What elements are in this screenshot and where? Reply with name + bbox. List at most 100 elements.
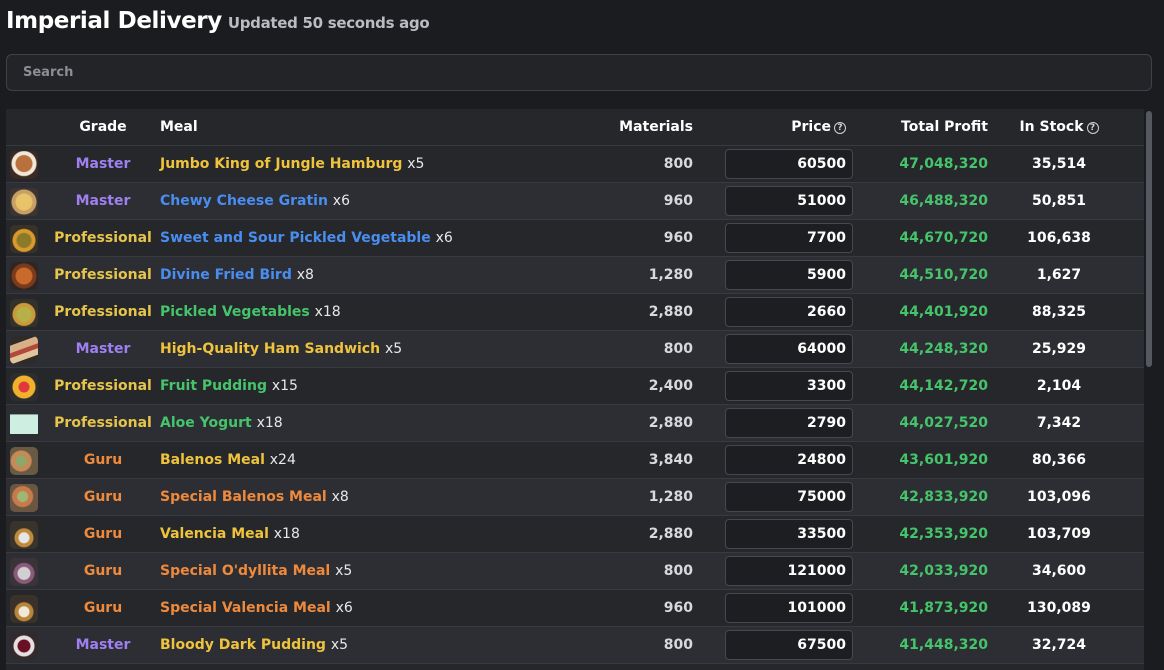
help-icon[interactable]: ? bbox=[1086, 122, 1099, 134]
grade-cell: Guru bbox=[83, 452, 123, 468]
grade-cell: Professional bbox=[54, 415, 152, 431]
meal-quantity: x5 bbox=[330, 637, 349, 653]
table-row[interactable]: Master Chewy Cheese Gratin x6 960 46,488,32… bbox=[6, 183, 1144, 220]
meal-name-link[interactable]: Special O'dyllita Meal bbox=[160, 563, 330, 579]
price-input[interactable] bbox=[725, 482, 853, 512]
fried-bird-icon bbox=[10, 262, 38, 290]
materials-cell: 3,840 bbox=[648, 452, 693, 468]
meal-name-link[interactable]: Chewy Cheese Gratin bbox=[160, 193, 328, 209]
table-row[interactable]: Master High-Quality Ham Sandwich x5 800 44,… bbox=[6, 331, 1144, 368]
meal-name-link[interactable]: Pickled Vegetables bbox=[160, 304, 310, 320]
price-input[interactable] bbox=[725, 223, 853, 253]
meal-cell: Special Balenos Meal x8 bbox=[160, 479, 349, 515]
ham-sandwich-icon bbox=[10, 336, 38, 364]
help-icon[interactable]: ? bbox=[834, 122, 846, 134]
page-title: Imperial Delivery bbox=[6, 8, 222, 34]
table-row[interactable]: Guru Special Balenos Meal x8 1,280 42,833,9… bbox=[6, 479, 1144, 516]
grade-cell: Professional bbox=[54, 378, 152, 394]
price-input[interactable] bbox=[725, 371, 853, 401]
table-row[interactable]: Professional Sweet and Sour Pickled Veget… bbox=[6, 220, 1144, 257]
price-input[interactable] bbox=[725, 630, 853, 660]
special-balenos-meal-icon bbox=[10, 484, 38, 512]
table-row[interactable]: Guru Special Valencia Meal x6 960 41,873,92… bbox=[6, 590, 1144, 627]
meal-cell: Special O'dyllita Meal x5 bbox=[160, 553, 352, 589]
column-header-materials[interactable]: Materials bbox=[566, 109, 693, 145]
fruit-pudding-icon bbox=[10, 373, 38, 401]
meal-name-link[interactable]: Bloody Dark Pudding bbox=[160, 637, 326, 653]
pickled-vegetables-icon bbox=[10, 299, 38, 327]
meal-quantity: x24 bbox=[269, 452, 296, 468]
meal-name-link[interactable]: Sweet and Sour Pickled Vegetable bbox=[160, 230, 431, 246]
materials-cell: 1,280 bbox=[648, 267, 693, 283]
total-profit-cell: 47,048,320 bbox=[899, 156, 988, 172]
meal-quantity: x8 bbox=[331, 489, 349, 505]
meal-name-link[interactable]: High-Quality Ham Sandwich bbox=[160, 341, 380, 357]
in-stock-cell: 32,724 bbox=[1031, 637, 1087, 653]
price-input[interactable] bbox=[725, 260, 853, 290]
meal-quantity: x18 bbox=[314, 304, 341, 320]
materials-cell: 960 bbox=[663, 230, 693, 246]
price-input[interactable] bbox=[725, 186, 853, 216]
column-header-total-profit[interactable]: Total Profit bbox=[866, 109, 988, 145]
materials-cell: 800 bbox=[663, 563, 693, 579]
price-input[interactable] bbox=[725, 445, 853, 475]
grade-cell: Guru bbox=[83, 489, 123, 505]
table-row[interactable]: Guru Balenos Meal x24 3,840 43,601,920 80,36… bbox=[6, 442, 1144, 479]
meal-quantity: x6 bbox=[332, 193, 350, 209]
in-stock-cell: 103,096 bbox=[1027, 489, 1091, 505]
price-input[interactable] bbox=[725, 149, 853, 179]
meal-name-link[interactable]: Jumbo King of Jungle Hamburg bbox=[160, 156, 402, 172]
delivery-table: Grade Meal Materials Price? Total Profit… bbox=[6, 109, 1144, 670]
price-input[interactable] bbox=[725, 408, 853, 438]
table-row[interactable]: Professional Divine Fried Bird x8 1,280 44,… bbox=[6, 257, 1144, 294]
total-profit-cell: 41,448,320 bbox=[899, 637, 988, 653]
table-row[interactable]: Guru Special O'dyllita Meal x5 800 42,033,9… bbox=[6, 553, 1144, 590]
column-header-price[interactable]: Price? bbox=[706, 109, 846, 145]
materials-cell: 2,400 bbox=[648, 378, 693, 394]
table-row[interactable]: Guru Valencia Meal x18 2,880 42,353,920 103,… bbox=[6, 516, 1144, 553]
materials-cell: 1,280 bbox=[648, 489, 693, 505]
column-header-meal[interactable]: Meal bbox=[160, 109, 198, 145]
materials-cell: 2,880 bbox=[648, 415, 693, 431]
search-input[interactable] bbox=[6, 54, 1152, 91]
meal-cell: Divine Fried Bird x8 bbox=[160, 257, 314, 293]
total-profit-cell: 44,510,720 bbox=[899, 267, 988, 283]
grade-cell: Guru bbox=[83, 563, 123, 579]
updated-status: Updated 50 seconds ago bbox=[227, 14, 430, 32]
pickled-vegetable-icon bbox=[10, 225, 38, 253]
meal-name-link[interactable]: Fruit Pudding bbox=[160, 378, 267, 394]
scrollbar[interactable] bbox=[1146, 111, 1152, 367]
column-header-in-stock[interactable]: In Stock? bbox=[1000, 109, 1118, 145]
grade-cell: Guru bbox=[83, 526, 123, 542]
table-row[interactable]: Professional Aloe Yogurt x18 2,880 44,027,5… bbox=[6, 405, 1144, 442]
total-profit-cell: 44,142,720 bbox=[899, 378, 988, 394]
column-header-grade[interactable]: Grade bbox=[46, 109, 160, 145]
price-input[interactable] bbox=[725, 297, 853, 327]
meal-cell: Special Valencia Meal x6 bbox=[160, 590, 353, 626]
meal-name-link[interactable]: Aloe Yogurt bbox=[160, 415, 252, 431]
meal-name-link[interactable]: Balenos Meal bbox=[160, 452, 265, 468]
in-stock-cell: 80,366 bbox=[1031, 452, 1087, 468]
price-input[interactable] bbox=[725, 593, 853, 623]
price-input[interactable] bbox=[725, 556, 853, 586]
price-input[interactable] bbox=[725, 519, 853, 549]
total-profit-cell: 41,873,920 bbox=[899, 600, 988, 616]
meal-name-link[interactable]: Special Balenos Meal bbox=[160, 489, 327, 505]
total-profit-cell: 44,248,320 bbox=[899, 341, 988, 357]
meal-name-link[interactable]: Valencia Meal bbox=[160, 526, 269, 542]
meal-quantity: x18 bbox=[256, 415, 283, 431]
table-row[interactable]: Professional Fruit Pudding x15 2,400 44,142… bbox=[6, 368, 1144, 405]
in-stock-cell: 130,089 bbox=[1027, 600, 1091, 616]
column-header-in-stock-label: In Stock bbox=[1019, 119, 1084, 135]
meal-name-link[interactable]: Special Valencia Meal bbox=[160, 600, 331, 616]
in-stock-cell: 50,851 bbox=[1031, 193, 1087, 209]
table-row[interactable]: Master Jumbo King of Jungle Hamburg x5 800… bbox=[6, 146, 1144, 183]
in-stock-cell: 103,709 bbox=[1027, 526, 1091, 542]
total-profit-cell: 42,833,920 bbox=[899, 489, 988, 505]
meal-name-link[interactable]: Divine Fried Bird bbox=[160, 267, 292, 283]
price-input[interactable] bbox=[725, 334, 853, 364]
meal-quantity: x15 bbox=[271, 378, 298, 394]
table-row[interactable]: Professional Pickled Vegetables x18 2,880 4… bbox=[6, 294, 1144, 331]
table-row[interactable]: Master Bloody Dark Pudding x5 800 41,448,32… bbox=[6, 627, 1144, 664]
total-profit-cell: 43,601,920 bbox=[899, 452, 988, 468]
